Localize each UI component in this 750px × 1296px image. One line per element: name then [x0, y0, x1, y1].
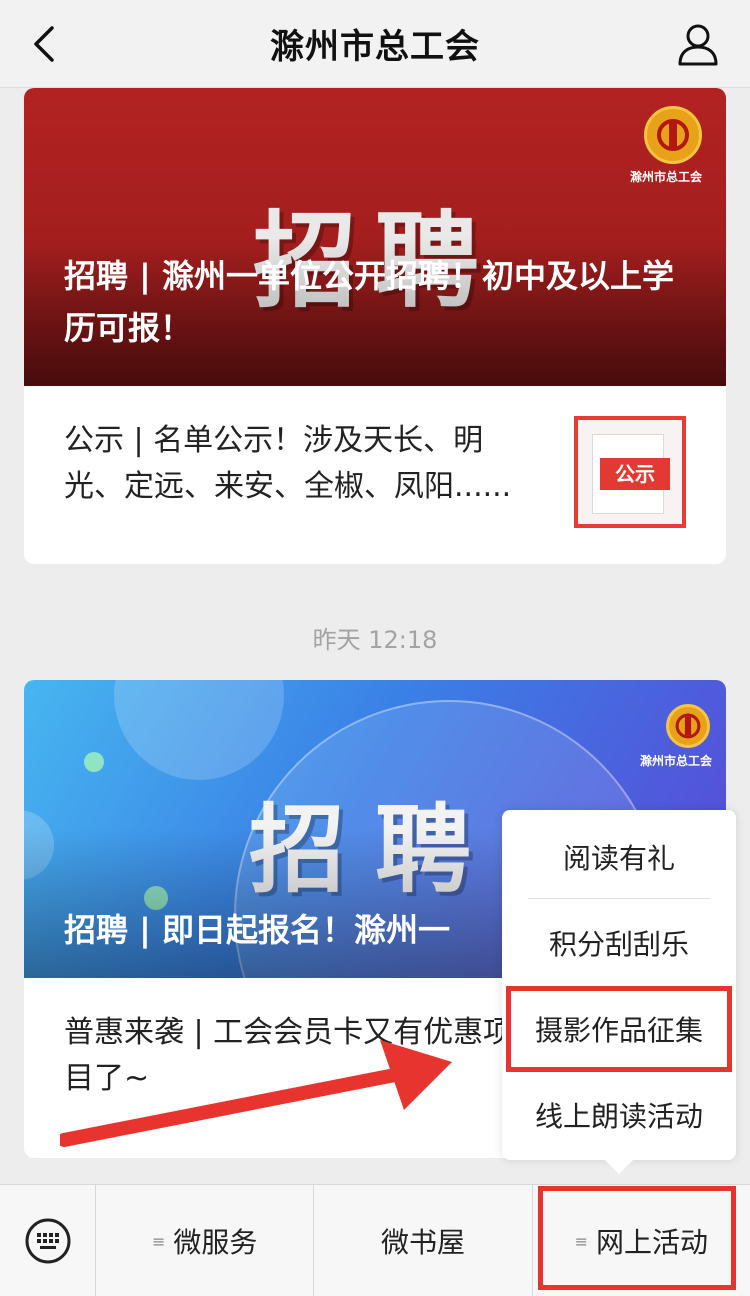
- union-emblem-icon: [665, 704, 710, 748]
- tab-label: 微服务: [173, 1226, 258, 1259]
- annotation-arrow-icon: [60, 1040, 452, 1147]
- keyboard-toggle[interactable]: [0, 1185, 96, 1296]
- article-title: 公示 | 名单公示！涉及天长、明光、定远、来安、全椒、凤阳......: [64, 423, 512, 504]
- popup-menu: 阅读有礼 积分刮刮乐 摄影作品征集 线上朗读活动: [502, 810, 736, 1175]
- article-card-1: 招聘 招聘 | 滁州一单位公开招聘！初中及以上学历可报！ 滁州市总工会 公示 |…: [24, 88, 726, 564]
- keyboard-icon: [25, 1218, 70, 1264]
- article-hero-1[interactable]: 招聘 招聘 | 滁州一单位公开招聘！初中及以上学历可报！ 滁州市总工会: [24, 88, 726, 386]
- thumb-tag: 公示: [600, 458, 670, 490]
- tab-label: 微书屋: [380, 1226, 465, 1259]
- menu-divider: [528, 898, 710, 899]
- nav-header: 滁州市总工会: [0, 0, 750, 88]
- menu-item-read[interactable]: 阅读有礼: [502, 814, 736, 900]
- menu-item-scratch[interactable]: 积分刮刮乐: [502, 900, 736, 986]
- union-emblem-icon: [643, 106, 702, 164]
- decor-bubble: [114, 680, 284, 780]
- union-logo: 滁州市总工会: [630, 106, 702, 185]
- logo-name: 滁州市总工会: [629, 170, 702, 184]
- list-item[interactable]: 公示 | 名单公示！涉及天长、明光、定远、来安、全椒、凤阳...... 公示: [24, 386, 726, 542]
- article-headline: 招聘 | 滁州一单位公开招聘！初中及以上学历可报！: [64, 257, 674, 347]
- highlight-box: [538, 1186, 736, 1290]
- chevron-left-icon[interactable]: [26, 24, 66, 64]
- tab-micro-service[interactable]: ≡ 微服务: [96, 1185, 315, 1296]
- page-title: 滁州市总工会: [270, 27, 480, 67]
- article-thumbnail: 公示: [574, 416, 686, 528]
- tab-book-house[interactable]: 微书屋: [314, 1185, 533, 1296]
- decor-bubble: [84, 752, 104, 772]
- timestamp: 昨天 12:18: [312, 626, 438, 654]
- union-logo: 滁州市总工会: [640, 704, 712, 769]
- highlight-box: [506, 986, 732, 1072]
- logo-name: 滁州市总工会: [639, 754, 712, 768]
- menu-lines-icon: ≡: [151, 1231, 166, 1251]
- user-icon[interactable]: [676, 22, 720, 66]
